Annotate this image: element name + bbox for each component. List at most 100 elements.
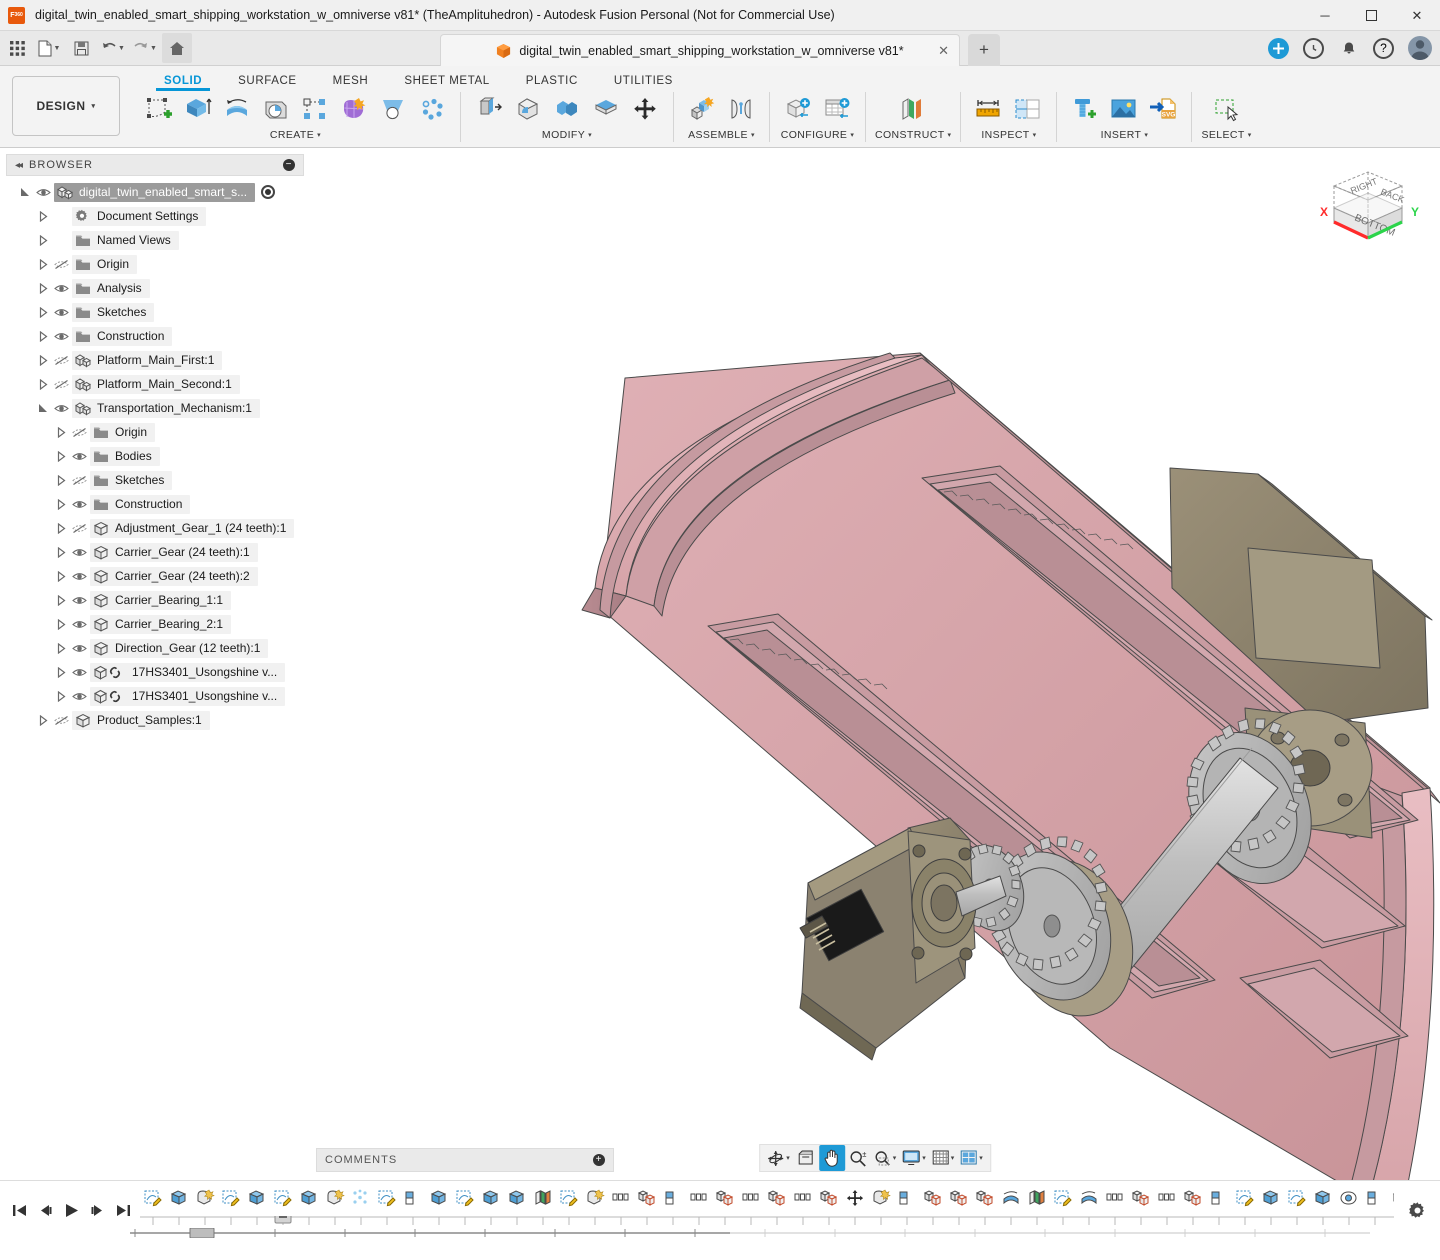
insert-mcmaster-icon[interactable] [1066, 91, 1104, 127]
timeline-feature-hole-group[interactable] [608, 1184, 634, 1214]
tree-expand-arrow-icon[interactable] [54, 643, 68, 654]
timeline-feature-extrude[interactable] [1258, 1184, 1284, 1214]
tree-row[interactable]: Sketches [0, 300, 310, 324]
timeline-feature-sketch[interactable] [218, 1184, 244, 1214]
timeline-feature-extrude[interactable] [244, 1184, 270, 1214]
tree-expand-arrow-icon[interactable] [54, 571, 68, 582]
tree-node[interactable]: Origin [72, 255, 137, 274]
history-clock-icon[interactable] [1303, 38, 1324, 59]
minimize-button[interactable]: ─ [1302, 0, 1348, 31]
visibility-toggle-eye-icon[interactable] [68, 643, 90, 654]
tab-plastic[interactable]: PLASTIC [508, 75, 596, 90]
new-tab-button[interactable]: + [968, 34, 1000, 66]
design-canvas-3d-viewport[interactable]: RIGHT BACK BOTTOM X Y COMMENTS + ▾ [310, 148, 1440, 1180]
timeline-feature-sketch[interactable] [556, 1184, 582, 1214]
tree-row[interactable]: Construction [0, 324, 310, 348]
tree-expand-arrow-icon[interactable] [36, 283, 50, 294]
visibility-toggle-eye-icon[interactable] [50, 259, 72, 270]
tree-expand-arrow-icon[interactable] [36, 235, 50, 246]
visibility-toggle-eye-icon[interactable] [68, 451, 90, 462]
tree-expand-arrow-icon[interactable] [54, 499, 68, 510]
component-activate-radio[interactable] [261, 185, 275, 199]
pan-hand-icon[interactable] [819, 1145, 845, 1171]
tree-expand-arrow-icon[interactable] [54, 523, 68, 534]
pattern-icon[interactable] [296, 91, 334, 127]
fillet-icon[interactable] [509, 91, 547, 127]
insert-svg-icon[interactable]: SVG [1144, 91, 1182, 127]
zoom-icon[interactable]: ± [845, 1145, 871, 1171]
tree-row[interactable]: Construction [0, 492, 310, 516]
tree-expand-arrow-icon[interactable] [54, 427, 68, 438]
tree-node[interactable]: Adjustment_Gear_1 (24 teeth):1 [90, 519, 294, 538]
tree-row[interactable]: Bodies [0, 444, 310, 468]
offset-plane-icon[interactable] [894, 91, 932, 127]
tab-solid[interactable]: SOLID [146, 75, 220, 90]
visibility-toggle-eye-icon[interactable] [68, 427, 90, 438]
save-icon[interactable] [66, 33, 96, 63]
tree-node[interactable]: digital_twin_enabled_smart_s... [54, 183, 255, 202]
tree-node[interactable]: Sketches [72, 303, 154, 322]
tree-node[interactable]: 17HS3401_Usongshine v... [90, 663, 285, 682]
visibility-toggle-eye-icon[interactable] [68, 499, 90, 510]
view-cube[interactable]: RIGHT BACK BOTTOM X Y [1312, 168, 1424, 253]
tree-row[interactable]: Document Settings [0, 204, 310, 228]
timeline-feature-sketch[interactable] [374, 1184, 400, 1214]
section-analysis-icon[interactable] [1009, 91, 1047, 127]
tree-expand-arrow-icon[interactable] [54, 451, 68, 462]
tree-expand-arrow-icon[interactable] [54, 595, 68, 606]
new-document-icon[interactable]: ▼ [34, 33, 64, 63]
chevron-down-icon[interactable]: ▾ [979, 1154, 983, 1162]
go-to-beginning-icon[interactable] [6, 1196, 32, 1226]
timeline-feature-sketch[interactable] [1232, 1184, 1258, 1214]
tree-expand-arrow-icon[interactable] [36, 211, 50, 222]
timeline-feature-hole-group[interactable] [1102, 1184, 1128, 1214]
tree-node[interactable]: Transportation_Mechanism:1 [72, 399, 260, 418]
visibility-toggle-eye-icon[interactable] [68, 571, 90, 582]
tree-row[interactable]: Analysis [0, 276, 310, 300]
undo-icon[interactable]: ▼ [98, 33, 128, 63]
document-tab[interactable]: digital_twin_enabled_smart_shipping_work… [440, 34, 960, 66]
home-icon[interactable] [162, 33, 192, 63]
timeline-feature-plane[interactable] [400, 1184, 426, 1214]
timeline-feature-extrude[interactable] [1310, 1184, 1336, 1214]
visibility-toggle-eye-icon[interactable] [32, 187, 54, 198]
app-grid-icon[interactable] [2, 33, 32, 63]
tree-expand-arrow-icon[interactable] [36, 331, 50, 342]
tree-node[interactable]: Direction_Gear (12 teeth):1 [90, 639, 268, 658]
timeline-feature-joint[interactable] [1336, 1184, 1362, 1214]
timeline-feature-hole-group[interactable] [738, 1184, 764, 1214]
tree-expand-arrow-icon[interactable] [36, 715, 50, 726]
timeline-feature-extrude[interactable] [426, 1184, 452, 1214]
timeline-feature-sketch[interactable] [270, 1184, 296, 1214]
tree-row[interactable]: Carrier_Bearing_2:1 [0, 612, 310, 636]
grid-snaps-icon[interactable]: ▾ [929, 1145, 958, 1171]
timeline-feature-component[interactable] [972, 1184, 998, 1214]
timeline-feature-fillet[interactable] [868, 1184, 894, 1214]
step-forward-icon[interactable] [84, 1196, 110, 1226]
step-back-icon[interactable] [32, 1196, 58, 1226]
orbit-icon[interactable]: ▾ [764, 1145, 793, 1171]
tree-row[interactable]: Platform_Main_First:1 [0, 348, 310, 372]
add-comment-icon[interactable]: + [593, 1154, 605, 1166]
timeline-feature-extrude[interactable] [478, 1184, 504, 1214]
timeline-feature-component[interactable] [764, 1184, 790, 1214]
tree-row[interactable]: Adjustment_Gear_1 (24 teeth):1 [0, 516, 310, 540]
tree-node[interactable]: Platform_Main_Second:1 [72, 375, 240, 394]
tree-node[interactable]: Document Settings [72, 207, 206, 226]
tab-sheet-metal[interactable]: SHEET METAL [386, 75, 507, 90]
extrude-icon[interactable] [179, 91, 217, 127]
tree-row[interactable]: 17HS3401_Usongshine v... [0, 660, 310, 684]
timeline-settings-gear-icon[interactable] [1394, 1201, 1440, 1220]
press-pull-icon[interactable] [470, 91, 508, 127]
loft-icon[interactable] [374, 91, 412, 127]
timeline-feature-component[interactable] [1180, 1184, 1206, 1214]
viewports-icon[interactable]: ▾ [957, 1145, 986, 1171]
timeline-feature-sketch[interactable] [140, 1184, 166, 1214]
tree-node[interactable]: Origin [90, 423, 155, 442]
tree-node[interactable]: Construction [90, 495, 190, 514]
tree-row[interactable]: Carrier_Gear (24 teeth):2 [0, 564, 310, 588]
go-to-end-icon[interactable] [110, 1196, 136, 1226]
tree-row[interactable]: Named Views [0, 228, 310, 252]
visibility-toggle-eye-icon[interactable] [50, 307, 72, 318]
tree-node[interactable]: Bodies [90, 447, 160, 466]
